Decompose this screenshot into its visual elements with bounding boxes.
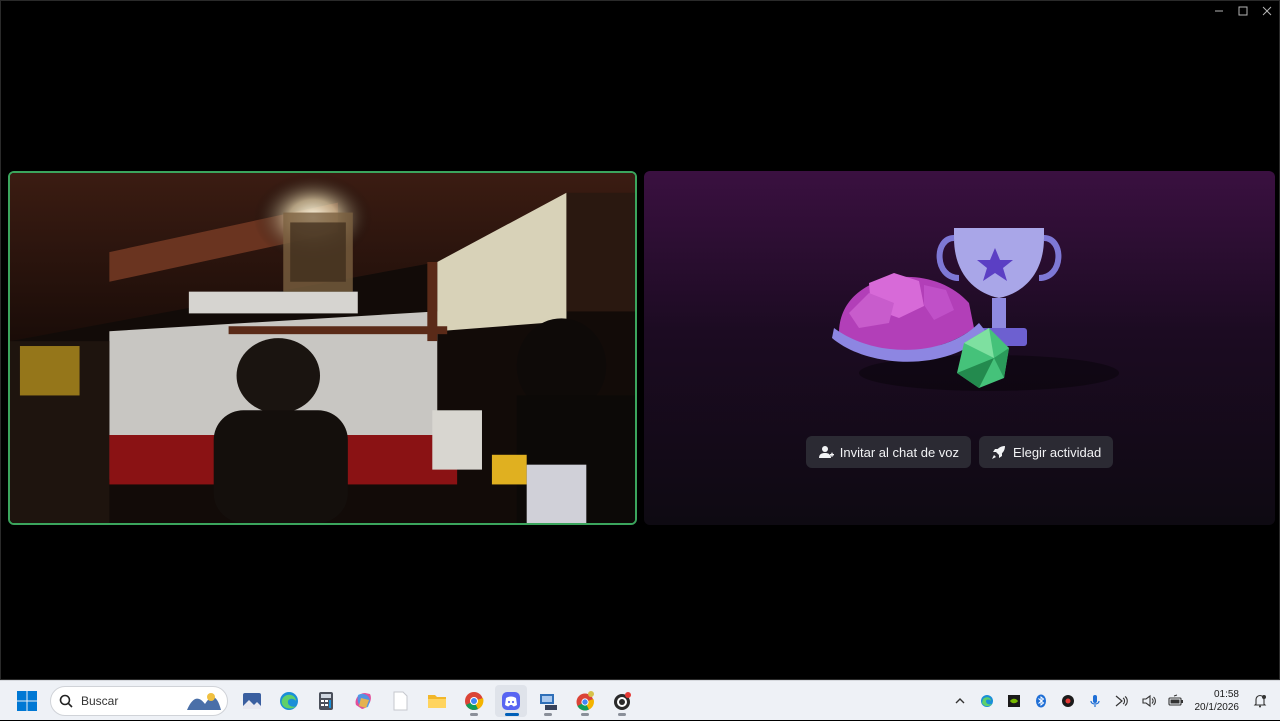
search-placeholder: Buscar xyxy=(81,694,118,708)
taskbar-discord[interactable] xyxy=(495,685,527,717)
tray-battery[interactable] xyxy=(1164,689,1188,713)
calculator-icon xyxy=(315,690,337,712)
obs-icon xyxy=(611,690,633,712)
copilot-icon xyxy=(352,690,374,712)
tray-edge[interactable] xyxy=(975,689,999,713)
search-highlight-icon xyxy=(185,690,223,712)
taskbar-copilot[interactable] xyxy=(347,685,379,717)
minimize-icon xyxy=(1214,6,1224,16)
webcam-video-tile[interactable] xyxy=(8,171,637,525)
webcam-feed-image xyxy=(10,173,635,523)
taskbar-clock[interactable]: 01:58 20/1/2026 xyxy=(1195,688,1240,714)
active-indicator xyxy=(505,713,519,716)
taskbar-edge[interactable] xyxy=(273,685,305,717)
app-tray-icon xyxy=(1061,694,1075,708)
taskbar-file-explorer[interactable] xyxy=(421,685,453,717)
close-button[interactable] xyxy=(1255,1,1279,21)
network-app-icon xyxy=(537,690,559,712)
notifications-button[interactable] xyxy=(1248,689,1272,713)
choose-activity-button[interactable]: Elegir actividad xyxy=(979,436,1113,468)
activity-actions: Invitar al chat de voz Elegir actividad xyxy=(644,436,1275,468)
show-hidden-icons-button[interactable] xyxy=(948,689,972,713)
taskbar-chrome-profile[interactable] xyxy=(569,685,601,717)
invite-to-voice-label: Invitar al chat de voz xyxy=(840,445,959,460)
tray-app[interactable] xyxy=(1056,689,1080,713)
maximize-button[interactable] xyxy=(1231,1,1255,21)
taskbar-calculator[interactable] xyxy=(310,685,342,717)
taskbar-network-app[interactable] xyxy=(532,685,564,717)
nvidia-icon xyxy=(1007,694,1021,708)
clock-time: 01:58 xyxy=(1195,688,1240,701)
start-button[interactable] xyxy=(14,688,40,714)
title-bar xyxy=(1,1,1279,21)
tray-nvidia[interactable] xyxy=(1002,689,1026,713)
tray-bluetooth[interactable] xyxy=(1029,689,1053,713)
taskbar-obs[interactable] xyxy=(606,685,638,717)
network-icon xyxy=(1115,694,1129,708)
discord-icon xyxy=(500,690,522,712)
close-icon xyxy=(1262,6,1272,16)
microphone-icon xyxy=(1088,694,1102,708)
windows-taskbar: Buscar xyxy=(0,680,1280,720)
photos-icon xyxy=(241,690,263,712)
tray-network[interactable] xyxy=(1110,689,1134,713)
voice-call-stage: Invitar al chat de voz Elegir actividad xyxy=(1,21,1279,679)
volume-icon xyxy=(1142,694,1156,708)
maximize-icon xyxy=(1238,6,1248,16)
running-indicator xyxy=(618,713,626,716)
discord-window: Invitar al chat de voz Elegir actividad xyxy=(0,0,1280,680)
taskbar-notepad[interactable] xyxy=(384,685,416,717)
window-controls xyxy=(1207,1,1279,21)
rocket-icon xyxy=(991,444,1007,460)
running-indicator xyxy=(581,713,589,716)
search-icon xyxy=(59,694,73,708)
notepad-icon xyxy=(389,690,411,712)
edge-icon xyxy=(278,690,300,712)
bluetooth-icon xyxy=(1034,694,1048,708)
taskbar-photos[interactable] xyxy=(236,685,268,717)
tray-microphone[interactable] xyxy=(1083,689,1107,713)
minimize-button[interactable] xyxy=(1207,1,1231,21)
chevron-up-icon xyxy=(954,695,966,707)
activity-tile: Invitar al chat de voz Elegir actividad xyxy=(644,171,1275,525)
taskbar-search-box[interactable]: Buscar xyxy=(50,686,228,716)
chrome-icon xyxy=(463,690,485,712)
activity-illustration-icon xyxy=(829,223,1129,403)
add-user-icon xyxy=(818,444,834,460)
taskbar-apps xyxy=(236,685,638,717)
invite-to-voice-button[interactable]: Invitar al chat de voz xyxy=(806,436,971,468)
edge-tray-icon xyxy=(980,694,994,708)
windows-start-icon xyxy=(16,690,38,712)
chrome-profile-icon xyxy=(574,690,596,712)
taskbar-chrome[interactable] xyxy=(458,685,490,717)
system-tray: 01:58 20/1/2026 xyxy=(948,681,1280,721)
choose-activity-label: Elegir actividad xyxy=(1013,445,1101,460)
battery-icon xyxy=(1168,694,1184,708)
tray-volume[interactable] xyxy=(1137,689,1161,713)
running-indicator xyxy=(470,713,478,716)
file-explorer-icon xyxy=(426,690,448,712)
notification-bell-icon xyxy=(1253,694,1267,708)
running-indicator xyxy=(544,713,552,716)
clock-date: 20/1/2026 xyxy=(1195,701,1240,714)
